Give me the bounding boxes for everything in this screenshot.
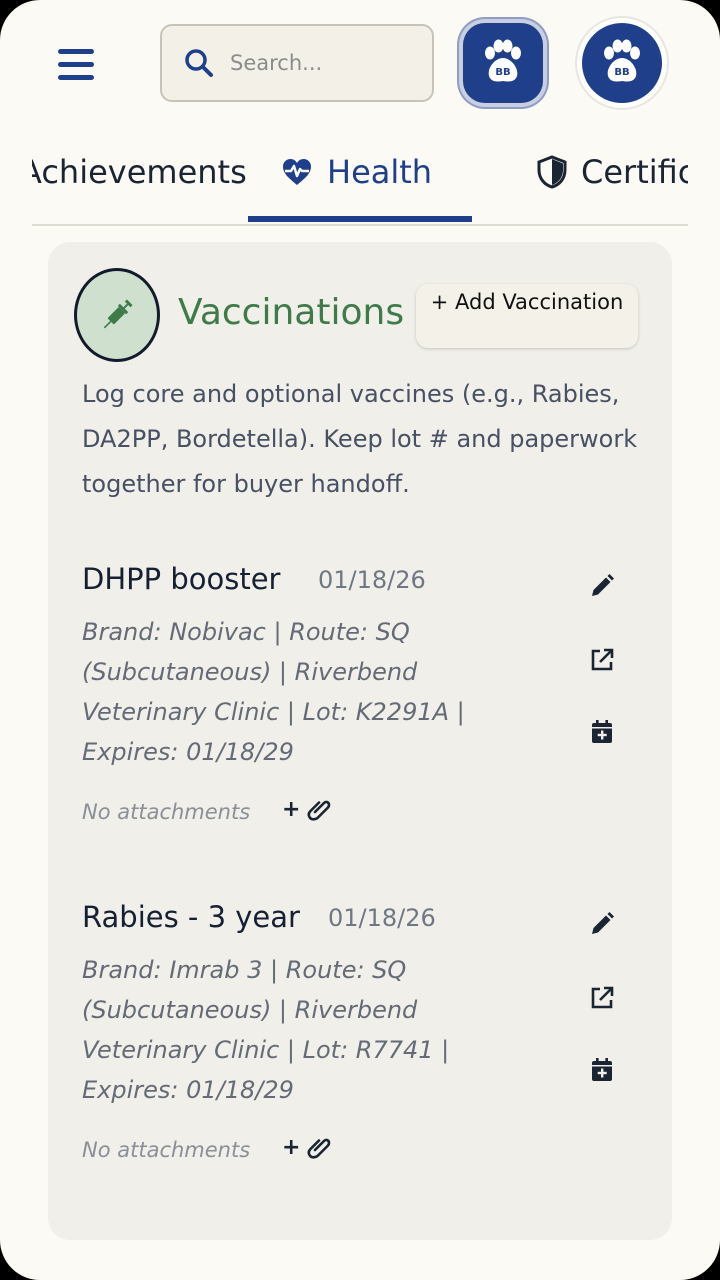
paperclip-icon: [307, 800, 331, 821]
tab-bar: Achievements Health Certifications: [32, 132, 688, 226]
section-description: Log core and optional vaccines (e.g., Ra…: [82, 380, 638, 498]
tab-health[interactable]: Health: [281, 152, 432, 192]
pencil-icon: [592, 574, 614, 596]
tab-certifications[interactable]: Certifications: [537, 152, 688, 192]
tab-label: Achievements: [32, 153, 247, 191]
search-box[interactable]: [160, 24, 434, 102]
paperclip-icon: [307, 1138, 331, 1159]
vaccine-name: DHPP booster: [82, 562, 281, 596]
add-attachment-plus: +: [282, 796, 301, 822]
add-attachment-plus: +: [282, 1134, 301, 1160]
tab-achievements[interactable]: Achievements: [32, 152, 247, 192]
external-link-icon: [591, 648, 614, 671]
syringe-icon: [74, 268, 160, 362]
paw-icon: BB: [485, 39, 521, 82]
paw-icon: BB: [604, 39, 640, 82]
pet-avatar-selected[interactable]: BB: [463, 23, 543, 103]
search-icon: [185, 49, 213, 77]
add-attachment-button[interactable]: +: [282, 1134, 332, 1160]
add-attachment-button[interactable]: +: [282, 796, 332, 822]
pencil-icon: [592, 912, 614, 934]
calendar-add-icon: [592, 1058, 612, 1081]
vaccine-name: Rabies - 3 year: [82, 900, 300, 934]
vaccinations-card: Vaccinations + Add Vaccination Log core …: [48, 242, 672, 1240]
avatar-initials: BB: [614, 67, 629, 78]
vaccine-date: 01/18/26: [318, 566, 426, 594]
external-link-icon: [591, 986, 614, 1009]
vaccine-details: Brand: Imrab 3 | Route: SQ (Subcutaneous…: [82, 956, 450, 1104]
edit-button[interactable]: [586, 570, 618, 602]
menu-icon[interactable]: [56, 47, 96, 83]
search-input[interactable]: [228, 50, 422, 76]
vaccine-details: Brand: Nobivac | Route: SQ (Subcutaneous…: [82, 618, 465, 766]
add-to-calendar-button[interactable]: [586, 1054, 618, 1086]
attachments-status: No attachments: [82, 1138, 251, 1162]
open-external-button[interactable]: [586, 644, 618, 676]
heart-pulse-icon: [283, 159, 311, 185]
tab-label: Health: [327, 153, 433, 191]
app-screen: BB BB Achievements Health: [0, 0, 720, 1280]
add-vaccination-button[interactable]: + Add Vaccination: [416, 284, 638, 348]
edit-button[interactable]: [586, 908, 618, 940]
calendar-add-icon: [592, 720, 612, 743]
attachments-status: No attachments: [82, 800, 251, 824]
section-title: Vaccinations: [178, 292, 405, 333]
shield-icon: [537, 155, 567, 189]
pet-avatar[interactable]: BB: [582, 23, 662, 103]
vaccine-date: 01/18/26: [328, 904, 436, 932]
open-external-button[interactable]: [586, 982, 618, 1014]
avatar-initials: BB: [495, 67, 510, 78]
tab-label: Certifications: [581, 153, 688, 191]
add-to-calendar-button[interactable]: [586, 716, 618, 748]
active-tab-indicator: [248, 216, 472, 222]
